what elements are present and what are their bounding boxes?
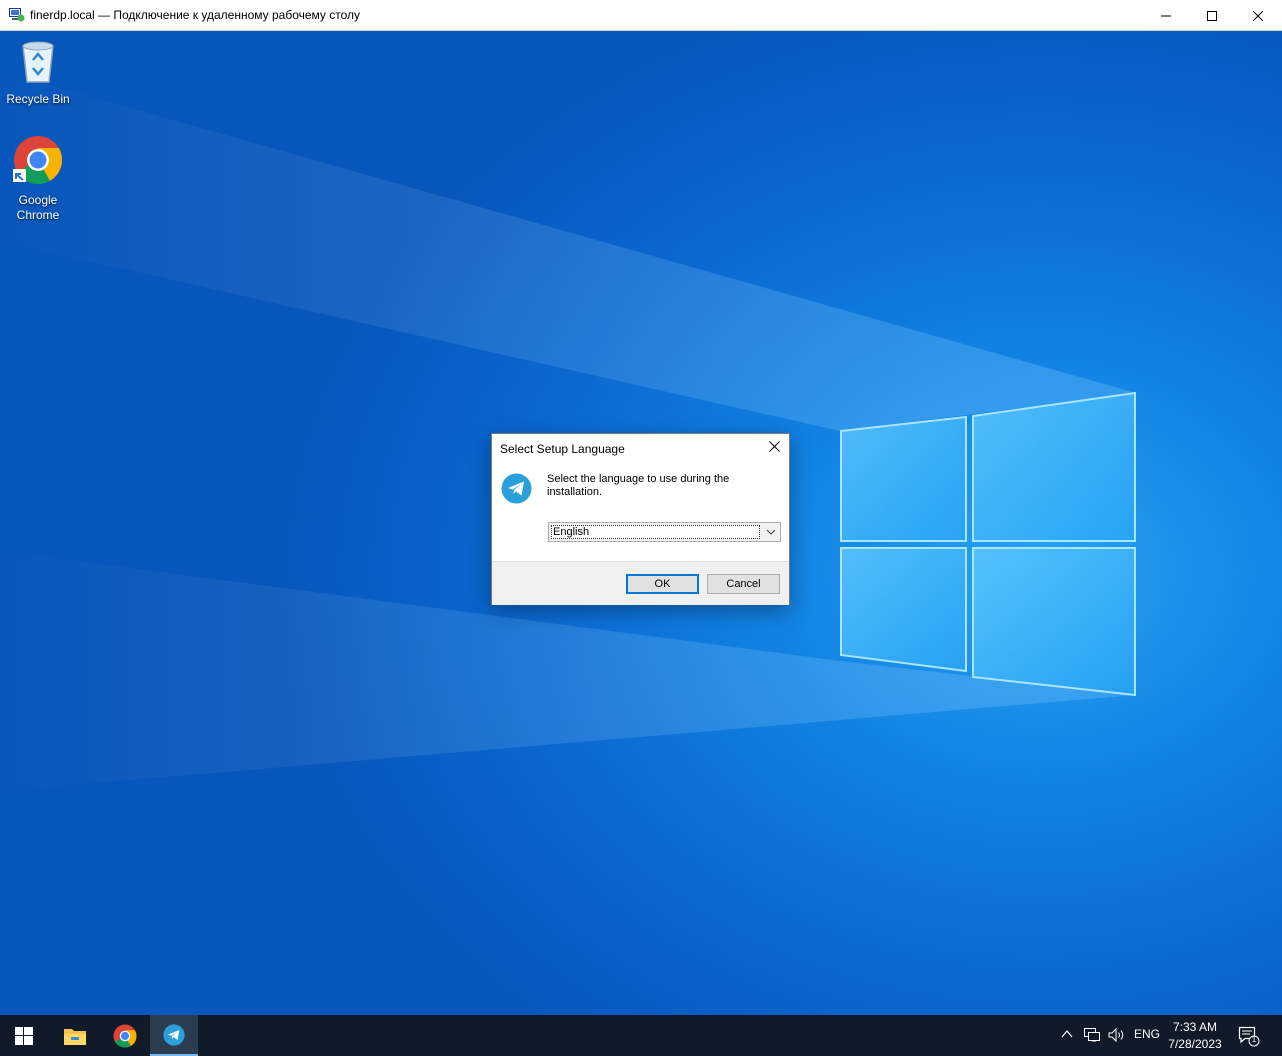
desktop-icon-recycle-bin[interactable]: Recycle Bin (0, 38, 76, 107)
start-icon (15, 1026, 33, 1045)
desktop-icon-google-chrome[interactable]: Google Chrome (0, 135, 76, 223)
language-select-value: English (551, 525, 760, 539)
file-explorer-icon (64, 1028, 86, 1045)
cancel-button[interactable]: Cancel (707, 574, 780, 594)
chrome-icon (113, 1023, 137, 1048)
maximize-icon (1207, 10, 1217, 21)
network-icon[interactable] (1084, 1028, 1100, 1042)
chrome-icon (13, 136, 63, 185)
taskbar-file-explorer[interactable] (51, 1015, 99, 1056)
show-hidden-icons-chevron-up-icon[interactable] (1061, 1029, 1073, 1039)
start-button[interactable] (0, 1015, 48, 1056)
remote-desktop-icon (9, 8, 25, 22)
minimize-button[interactable] (1143, 0, 1189, 31)
clock-date: 7/28/2023 (1168, 1037, 1222, 1051)
ok-button[interactable]: OK (626, 574, 699, 594)
dialog-title: Select Setup Language (500, 442, 625, 456)
telegram-icon (501, 473, 532, 504)
maximize-button[interactable] (1189, 0, 1235, 31)
close-button[interactable] (1235, 0, 1281, 31)
action-center-button[interactable]: 1 (1238, 1025, 1260, 1047)
taskbar-clock[interactable]: 7:33 AM 7/28/2023 (1162, 1019, 1228, 1053)
chevron-down-icon (766, 529, 776, 535)
close-icon (768, 441, 780, 452)
dialog-close-button[interactable] (764, 438, 784, 458)
taskbar: ENG 7:33 AM 7/28/2023 1 (0, 1015, 1282, 1056)
input-language-indicator[interactable]: ENG (1134, 1027, 1160, 1041)
window-title: finerdp.local — Подключение к удаленному… (30, 8, 361, 22)
volume-icon[interactable] (1108, 1028, 1126, 1042)
taskbar-telegram[interactable] (150, 1015, 198, 1056)
taskbar-chrome[interactable] (101, 1015, 149, 1056)
setup-language-dialog: Select Setup Language Select the languag… (491, 433, 790, 605)
language-select[interactable]: English (548, 522, 781, 542)
recycle-bin-label: Recycle Bin (6, 92, 70, 106)
recycle-bin-icon (22, 41, 54, 83)
minimize-icon (1161, 15, 1171, 16)
google-chrome-label: Google Chrome (16, 193, 60, 222)
clock-time: 7:33 AM (1172, 1020, 1218, 1034)
dialog-message: Select the language to use during the in… (547, 473, 730, 498)
telegram-icon (163, 1023, 185, 1046)
notification-count-badge: 1 (1251, 1035, 1257, 1044)
rdp-title-bar: finerdp.local — Подключение к удаленному… (0, 0, 1282, 31)
close-icon (1253, 10, 1263, 21)
